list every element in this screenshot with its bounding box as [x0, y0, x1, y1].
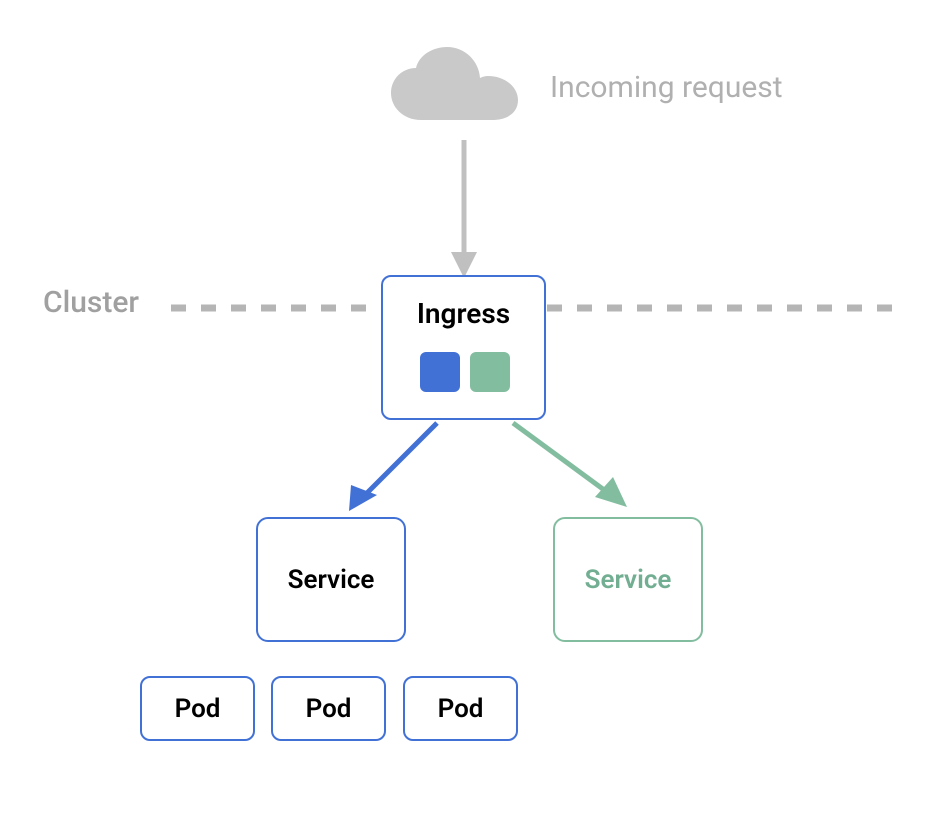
- incoming-request-label: Incoming request: [550, 70, 783, 105]
- arrow-down-gray: [449, 140, 479, 284]
- pod-label-1: Pod: [175, 694, 221, 724]
- cluster-boundary-right: [547, 298, 892, 317]
- arrow-green-to-service: [505, 415, 645, 529]
- arrow-blue-to-service: [339, 415, 449, 529]
- service-box-blue: Service: [256, 517, 406, 642]
- cluster-label: Cluster: [43, 285, 139, 320]
- ingress-box: Ingress: [381, 275, 546, 420]
- service-label-green: Service: [585, 565, 672, 595]
- ingress-label: Ingress: [383, 297, 544, 330]
- pod-label-2: Pod: [306, 694, 352, 724]
- service-box-green: Service: [553, 517, 703, 642]
- service-label-blue: Service: [288, 565, 375, 595]
- cloud-icon: [385, 45, 525, 139]
- route-chip-green: [470, 352, 510, 392]
- pod-box-1: Pod: [140, 676, 255, 741]
- route-chip-blue: [420, 352, 460, 392]
- cluster-boundary-left: [171, 298, 381, 317]
- pod-box-3: Pod: [403, 676, 518, 741]
- pod-label-3: Pod: [438, 694, 484, 724]
- pod-box-2: Pod: [271, 676, 386, 741]
